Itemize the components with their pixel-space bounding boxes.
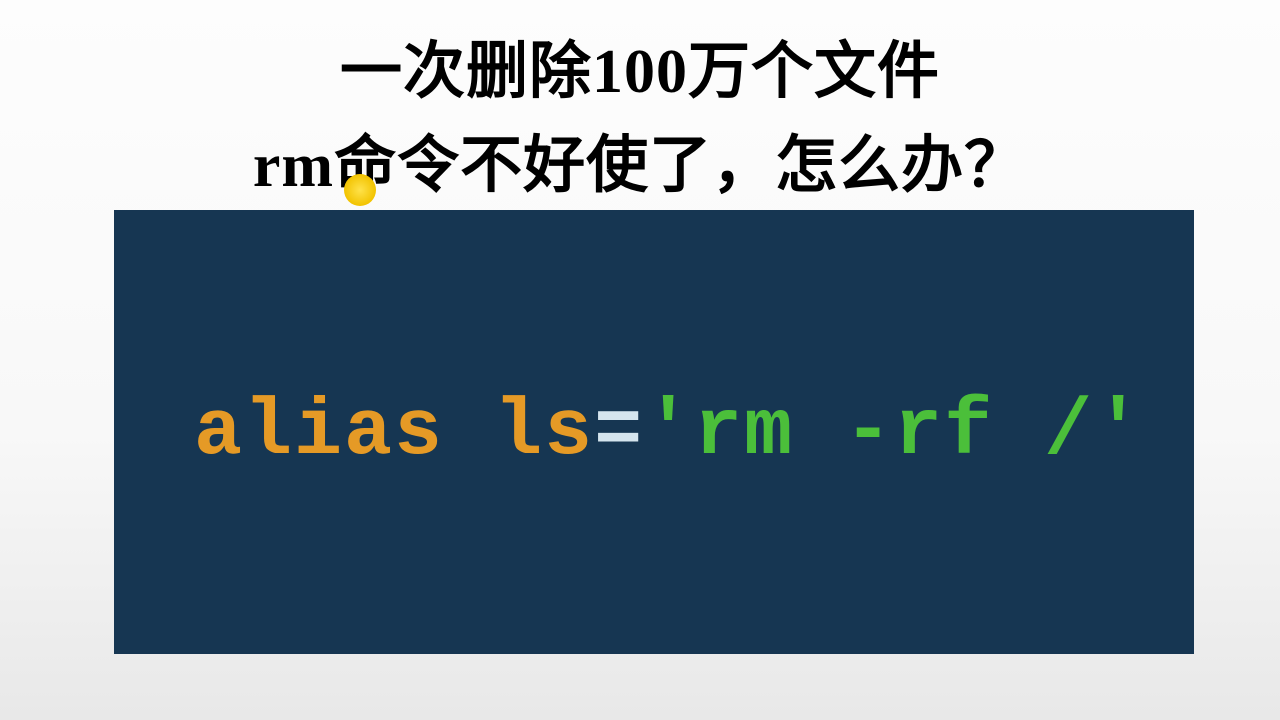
title-line-2: rm命令不好使了，怎么办？ bbox=[0, 114, 1280, 204]
title-block: 一次删除100万个文件 rm命令不好使了，怎么办？ bbox=[0, 0, 1280, 204]
title-line-1: 一次删除100万个文件 bbox=[0, 20, 1280, 110]
code-string: 'rm -rf /' bbox=[644, 387, 1144, 478]
terminal-panel: alias ls='rm -rf /' bbox=[114, 210, 1194, 654]
code-equals: = bbox=[594, 387, 644, 478]
code-identifier: ls bbox=[494, 387, 594, 478]
cursor-highlight-icon bbox=[344, 174, 376, 206]
code-line: alias ls='rm -rf /' bbox=[194, 387, 1144, 478]
code-keyword: alias bbox=[194, 387, 444, 478]
code-space bbox=[444, 387, 494, 478]
